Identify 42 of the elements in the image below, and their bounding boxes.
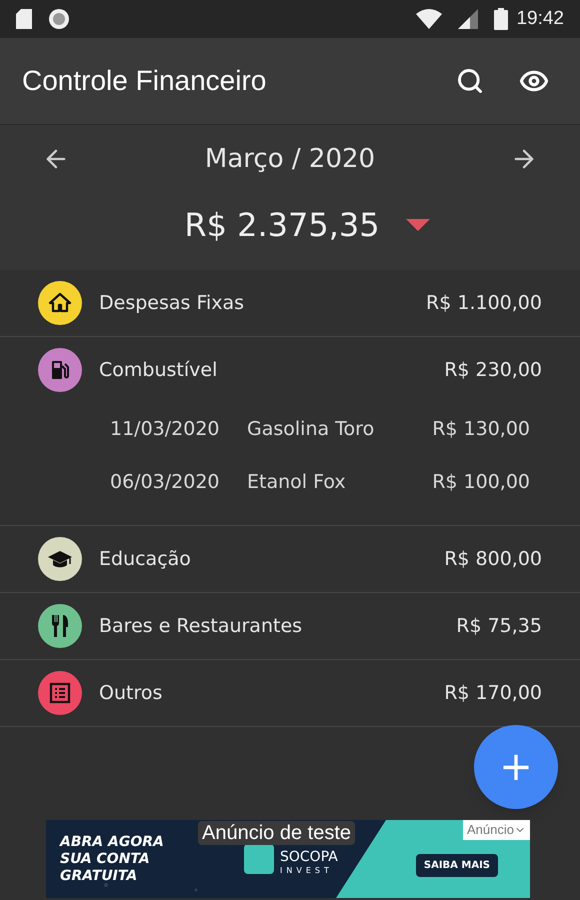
category-name: Outros [99,680,164,706]
test-ad-label: Anúncio de teste [198,821,355,845]
category-row[interactable]: Educação R$ 800,00 [0,526,580,592]
entry-amount: R$ 130,00 [432,417,530,442]
record-icon [48,8,70,30]
category-name: Bares e Restaurantes [99,614,304,639]
category-amount: R$ 75,35 [456,614,542,639]
entry-description: Gasolina Toro [247,417,376,442]
category-row[interactable]: Outros R$ 170,00 [0,660,580,726]
entry-description: Etanol Fox [247,470,347,496]
cell-signal-icon [458,9,478,29]
cta-button[interactable]: SAIBA MAIS [416,854,498,876]
battery-icon [494,8,508,30]
search-icon [456,67,484,95]
logo-icon [244,844,274,874]
category-amount: R$ 800,00 [444,546,542,572]
category-row[interactable]: Bares e Restaurantes R$ 75,35 [0,593,580,659]
app-title: Controle Financeiro [22,64,268,98]
sd-card-icon [16,9,32,29]
ad-headline: ABRA AGORA SUA CONTA GRATUITA [60,834,165,884]
month-label: Março / 2020 [204,142,376,176]
wifi-icon [416,9,442,29]
add-button[interactable]: + [474,725,558,809]
category-name: Despesas Fixas [99,290,246,316]
category-name: Combustível [99,358,218,383]
entry-amount: R$ 100,00 [432,470,530,496]
ad-badge[interactable]: Anúncio [463,820,530,840]
entry-date: 11/03/2020 [110,417,221,442]
entry-date: 06/03/2020 [110,470,221,496]
category-amount: R$ 170,00 [444,680,542,706]
house-icon [48,291,72,315]
category-row[interactable]: Despesas Fixas R$ 1.100,00 [0,270,580,336]
status-time: 19:42 [516,6,564,31]
brand-name: SOCOPA [280,848,338,864]
category-name: Educação [99,546,192,572]
category-amount: R$ 230,00 [444,358,542,383]
down-triangle-icon [406,219,430,231]
brand-subtitle: INVEST [280,864,334,876]
category-row[interactable]: Combustível R$ 230,00 [0,337,580,403]
total-amount: R$ 2.375,35 [184,205,380,246]
category-amount: R$ 1.100,00 [426,290,542,316]
list-icon [48,681,72,705]
